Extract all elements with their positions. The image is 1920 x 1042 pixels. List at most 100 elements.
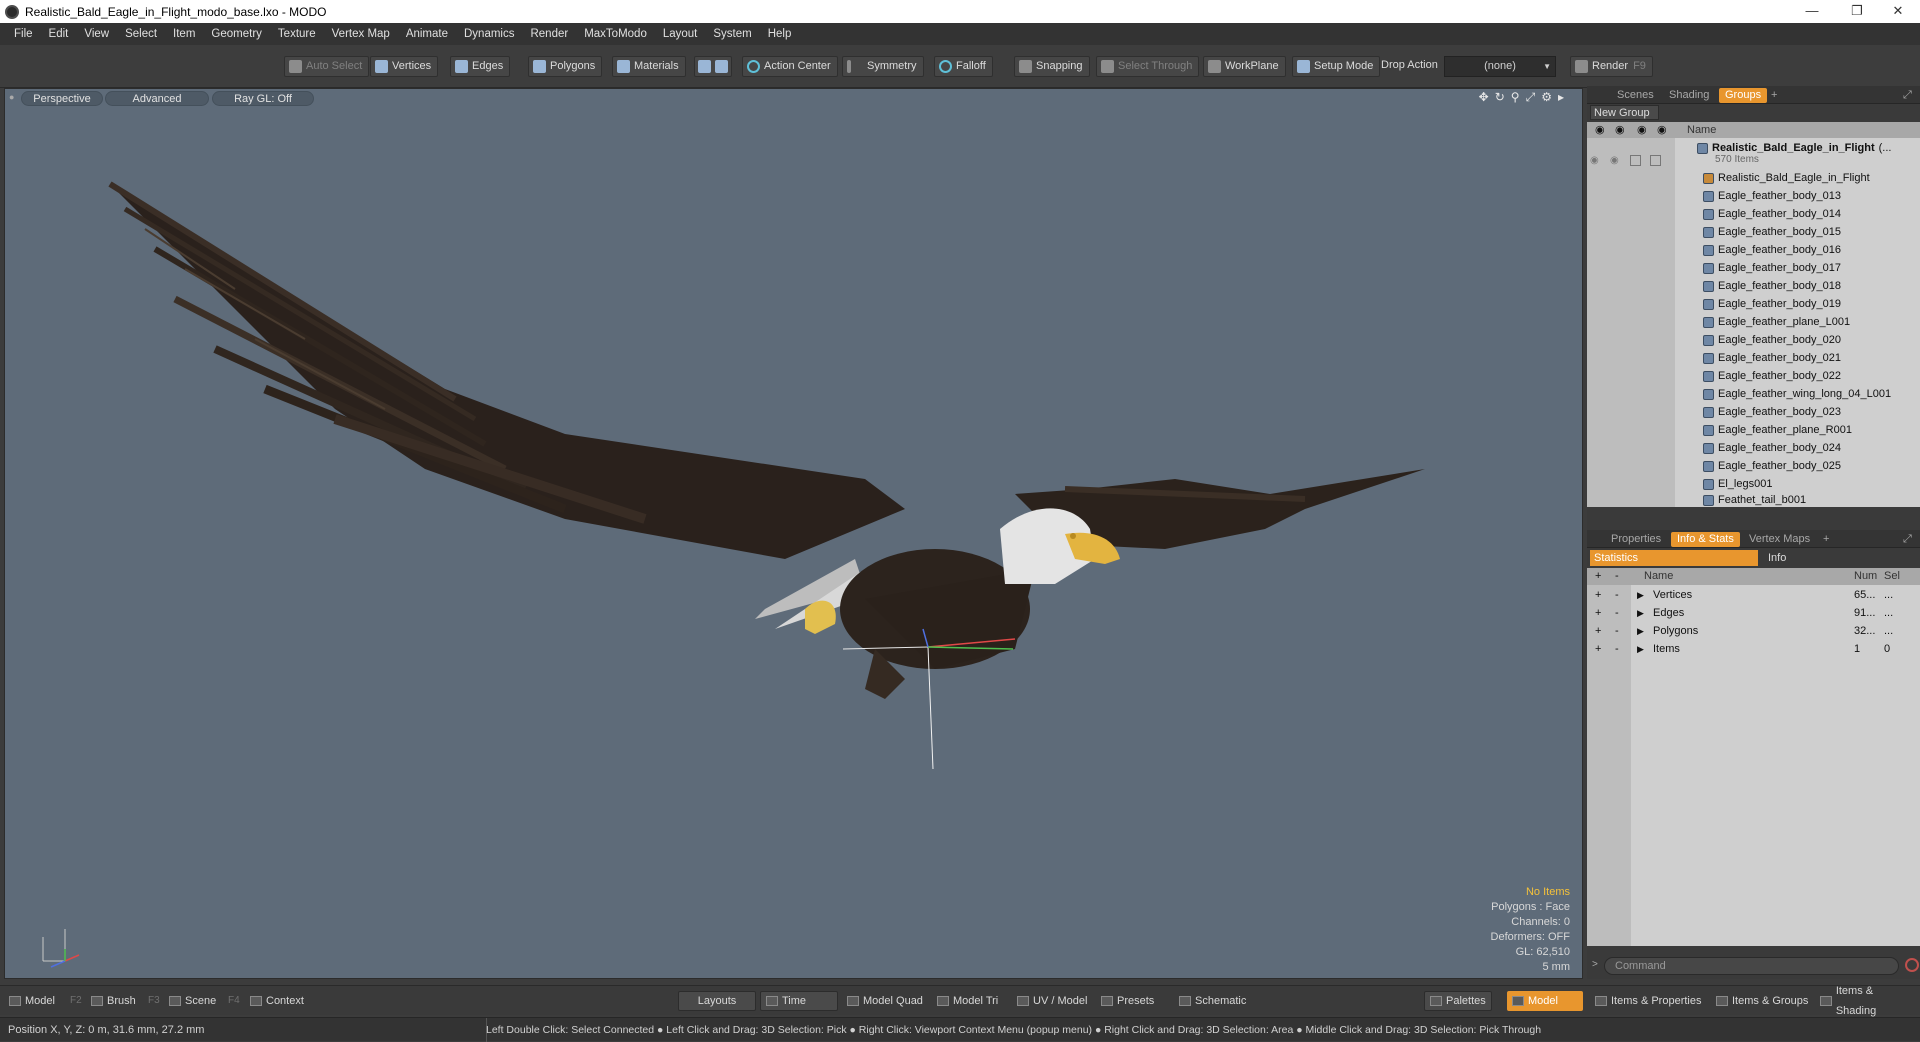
record-icon[interactable] xyxy=(1905,958,1919,972)
palettes-button[interactable]: Palettes xyxy=(1424,991,1492,1011)
menu-geometry[interactable]: Geometry xyxy=(203,28,270,40)
group-item[interactable]: Eagle_feather_body_024 xyxy=(1703,439,1841,457)
brush-mode-button[interactable]: Brush xyxy=(86,991,141,1011)
materials-button[interactable]: Materials xyxy=(612,56,686,77)
menu-render[interactable]: Render xyxy=(522,28,576,40)
workplane-button[interactable]: WorkPlane xyxy=(1203,56,1286,77)
group-item[interactable]: Eagle_feather_body_018 xyxy=(1703,277,1841,295)
menu-vertex-map[interactable]: Vertex Map xyxy=(324,28,398,40)
polygons-button[interactable]: Polygons xyxy=(528,56,603,77)
group-item[interactable]: Eagle_feather_body_016 xyxy=(1703,241,1841,259)
row-add-icon[interactable]: + xyxy=(1595,604,1601,622)
expand-arrow-icon[interactable]: ▶ xyxy=(1637,640,1644,658)
menu-dynamics[interactable]: Dynamics xyxy=(456,28,522,40)
items-shading-button[interactable]: Items & Shading xyxy=(1815,985,1920,1017)
expand-all-icon[interactable]: + xyxy=(1595,568,1601,585)
row-add-icon[interactable]: + xyxy=(1595,640,1601,658)
group-item[interactable]: Realistic_Bald_Eagle_in_Flight xyxy=(1703,169,1870,187)
row-remove-icon[interactable]: - xyxy=(1615,604,1619,622)
expand-arrow-icon[interactable]: ▶ xyxy=(1637,586,1644,604)
menu-help[interactable]: Help xyxy=(760,28,800,40)
menu-item[interactable]: Item xyxy=(165,28,203,40)
menu-edit[interactable]: Edit xyxy=(41,28,77,40)
eagle-model[interactable] xyxy=(5,89,1583,979)
schematic-button[interactable]: Schematic xyxy=(1174,991,1251,1011)
group-item[interactable]: Eagle_feather_plane_R001 xyxy=(1703,421,1852,439)
group-select-checkbox[interactable] xyxy=(1650,155,1661,166)
add-tab-icon[interactable]: + xyxy=(1817,532,1835,547)
table-row[interactable]: + - ▶ Edges 91... ... xyxy=(1587,604,1920,622)
setup-mode-button[interactable]: Setup Mode xyxy=(1292,56,1381,77)
menu-animate[interactable]: Animate xyxy=(398,28,456,40)
model-layout-button[interactable]: Model xyxy=(1507,991,1583,1011)
falloff-button[interactable]: Falloff xyxy=(934,56,993,77)
menu-texture[interactable]: Texture xyxy=(270,28,324,40)
row-add-icon[interactable]: + xyxy=(1595,586,1601,604)
expand-arrow-icon[interactable]: ▶ xyxy=(1637,622,1644,640)
close-button[interactable]: ✕ xyxy=(1876,0,1920,23)
group-item[interactable]: Eagle_feather_body_022 xyxy=(1703,367,1841,385)
group-item[interactable]: Eagle_feather_wing_long_04_L001 xyxy=(1703,385,1891,403)
group-render-icon[interactable]: ◉ xyxy=(1610,155,1619,166)
uv-model-button[interactable]: UV / Model xyxy=(1012,991,1092,1011)
tab-vertex-maps[interactable]: Vertex Maps xyxy=(1743,532,1816,547)
menu-select[interactable]: Select xyxy=(117,28,165,40)
layouts-button[interactable]: Layouts xyxy=(678,991,756,1011)
table-row[interactable]: + - ▶ Vertices 65... ... xyxy=(1587,586,1920,604)
row-remove-icon[interactable]: - xyxy=(1615,640,1619,658)
action-center-button[interactable]: Action Center xyxy=(742,56,838,77)
edges-button[interactable]: Edges xyxy=(450,56,511,77)
group-item[interactable]: Eagle_feather_body_014 xyxy=(1703,205,1841,223)
tab-scenes[interactable]: Scenes xyxy=(1611,88,1660,103)
new-group-button[interactable]: New Group xyxy=(1590,105,1659,120)
menu-maxtomodo[interactable]: MaxToModo xyxy=(576,28,655,40)
subtab-statistics[interactable]: Statistics xyxy=(1590,550,1758,566)
expand-arrow-icon[interactable]: ▶ xyxy=(1637,604,1644,622)
row-add-icon[interactable]: + xyxy=(1595,622,1601,640)
group-item[interactable]: Eagle_feather_body_023 xyxy=(1703,403,1841,421)
time-button[interactable]: Time xyxy=(760,991,838,1011)
tab-info-stats[interactable]: Info & Stats xyxy=(1671,532,1740,547)
group-lock-checkbox[interactable] xyxy=(1630,155,1641,166)
table-row[interactable]: + - ▶ Items 1 0 xyxy=(1587,640,1920,658)
group-item[interactable]: Eagle_feather_body_019 xyxy=(1703,295,1841,313)
menu-view[interactable]: View xyxy=(76,28,117,40)
group-visibility-icon[interactable]: ◉ xyxy=(1590,155,1599,166)
select-through-button[interactable]: Select Through xyxy=(1096,56,1200,77)
row-remove-icon[interactable]: - xyxy=(1615,586,1619,604)
expand-panel-icon[interactable]: ⤢ xyxy=(1897,88,1918,103)
model-quad-button[interactable]: Model Quad xyxy=(842,991,928,1011)
snapping-button[interactable]: Snapping xyxy=(1014,56,1090,77)
tab-shading[interactable]: Shading xyxy=(1663,88,1715,103)
group-item[interactable]: Eagle_feather_body_021 xyxy=(1703,349,1841,367)
3d-viewport[interactable]: ● Perspective Advanced Ray GL: Off ✥ ↻ ⚲… xyxy=(4,88,1583,979)
items-properties-button[interactable]: Items & Properties xyxy=(1590,991,1706,1011)
model-mode-button[interactable]: Model xyxy=(4,991,60,1011)
subtab-info[interactable]: Info xyxy=(1762,550,1786,566)
group-item[interactable]: Eagle_feather_body_025 xyxy=(1703,457,1841,475)
restore-button[interactable]: ❐ xyxy=(1835,0,1879,23)
scene-mode-button[interactable]: Scene xyxy=(164,991,221,1011)
menu-layout[interactable]: Layout xyxy=(655,28,706,40)
minimize-button[interactable]: — xyxy=(1790,0,1834,23)
group-item[interactable]: Eagle_feather_body_013 xyxy=(1703,187,1841,205)
table-row[interactable]: + - ▶ Polygons 32... ... xyxy=(1587,622,1920,640)
render-button[interactable]: Render F9 xyxy=(1570,56,1653,77)
auto-select-button[interactable]: Auto Select xyxy=(284,56,370,77)
group-item[interactable]: Eagle_feather_body_020 xyxy=(1703,331,1841,349)
vertices-button[interactable]: Vertices xyxy=(370,56,439,77)
items-groups-button[interactable]: Items & Groups xyxy=(1711,991,1813,1011)
group-item[interactable]: Eagle_feather_body_015 xyxy=(1703,223,1841,241)
group-item[interactable]: Eagle_feather_body_017 xyxy=(1703,259,1841,277)
model-tri-button[interactable]: Model Tri xyxy=(932,991,1003,1011)
menu-system[interactable]: System xyxy=(705,28,759,40)
context-mode-button[interactable]: Context xyxy=(245,991,309,1011)
expand-panel-icon[interactable]: ⤢ xyxy=(1897,532,1918,547)
command-expand-icon[interactable]: > xyxy=(1592,959,1598,970)
tab-properties[interactable]: Properties xyxy=(1605,532,1667,547)
collapse-all-icon[interactable]: - xyxy=(1615,568,1619,585)
menu-file[interactable]: File xyxy=(6,28,41,40)
add-tab-icon[interactable]: + xyxy=(1765,88,1783,103)
row-remove-icon[interactable]: - xyxy=(1615,622,1619,640)
group-item[interactable]: Eagle_feather_plane_L001 xyxy=(1703,313,1850,331)
